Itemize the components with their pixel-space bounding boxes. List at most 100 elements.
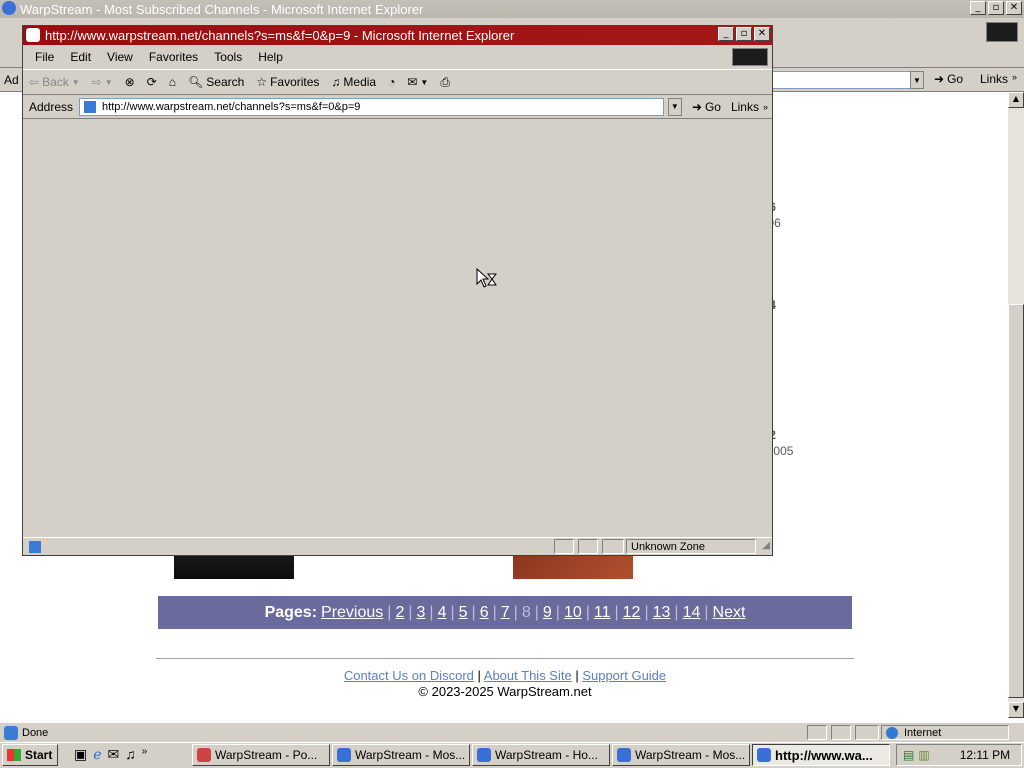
- stop-icon: ⊗: [124, 75, 135, 89]
- taskbar-task-1[interactable]: WarpStream - Mos...: [332, 744, 470, 766]
- menu-view[interactable]: View: [99, 50, 141, 64]
- print-button[interactable]: ⎙: [434, 75, 456, 90]
- support-link[interactable]: Support Guide: [582, 668, 666, 683]
- taskbar-task-2[interactable]: WarpStream - Ho...: [472, 744, 610, 766]
- links-button-back[interactable]: Links: [980, 72, 1008, 86]
- page-link-14[interactable]: 14: [683, 604, 701, 622]
- page-link-5[interactable]: 5: [459, 604, 468, 622]
- minimize-button[interactable]: _: [970, 1, 986, 15]
- popup-close-button[interactable]: ✕: [754, 27, 770, 41]
- favorites-icon: ☆: [256, 75, 268, 89]
- mail-button[interactable]: ✉ ▼: [401, 75, 434, 89]
- address-dropdown-button[interactable]: ▼: [910, 71, 924, 89]
- links-chevron-icon: »: [1012, 72, 1018, 82]
- page-separator: |: [513, 603, 518, 621]
- show-desktop-icon[interactable]: ▣: [74, 746, 87, 763]
- page-icon: [84, 100, 97, 113]
- go-arrow-icon: ➜: [691, 99, 702, 114]
- home-button[interactable]: ⌂: [163, 75, 182, 89]
- go-arrow-icon: ➜: [934, 72, 945, 86]
- links-chevron-icon: »: [762, 101, 768, 112]
- menu-file[interactable]: File: [27, 50, 62, 64]
- tray-app-icon[interactable]: ▥: [918, 748, 929, 762]
- taskbar-task-4[interactable]: http://www.wa...: [752, 744, 890, 766]
- history-icon: ◔: [388, 75, 396, 89]
- search-button[interactable]: 🔍︎ Search: [182, 75, 250, 89]
- favorites-button[interactable]: ☆ Favorites: [250, 75, 325, 89]
- vertical-scrollbar[interactable]: ▲ ▼: [1008, 92, 1024, 718]
- menu-tools[interactable]: Tools: [206, 50, 250, 64]
- go-button[interactable]: ➜ Go: [686, 100, 727, 114]
- start-button[interactable]: Start: [2, 744, 58, 766]
- outlook-icon[interactable]: ✉: [108, 746, 120, 763]
- stop-button[interactable]: ⊗: [119, 75, 141, 89]
- page-separator: |: [471, 603, 476, 621]
- resize-grip-icon[interactable]: ◢: [762, 540, 770, 551]
- page-link-10[interactable]: 10: [564, 604, 582, 622]
- popup-menubar: File Edit View Favorites Tools Help: [23, 46, 772, 68]
- menu-favorites[interactable]: Favorites: [141, 50, 206, 64]
- refresh-icon: ⟳: [146, 75, 157, 89]
- back-window-titlebar[interactable]: WarpStream - Most Subscribed Channels - …: [0, 0, 1024, 18]
- links-button[interactable]: Links: [731, 100, 759, 114]
- address-input[interactable]: http://www.warpstream.net/channels?s=ms&…: [79, 97, 664, 116]
- page-link-4[interactable]: 4: [438, 604, 447, 622]
- previous-page-link[interactable]: Previous: [321, 604, 383, 622]
- back-button[interactable]: ⇦ Back ▼: [23, 75, 86, 89]
- menu-edit[interactable]: Edit: [62, 50, 99, 64]
- dropdown-icon: ▼: [71, 77, 80, 87]
- back-window-title: WarpStream - Most Subscribed Channels - …: [20, 1, 424, 17]
- page-icon: [29, 540, 41, 553]
- scroll-down-button[interactable]: ▼: [1008, 702, 1024, 718]
- taskbar-task-0[interactable]: WarpStream - Po...: [192, 744, 330, 766]
- page-link-12[interactable]: 12: [623, 604, 641, 622]
- go-button-back[interactable]: ➜ Go: [934, 72, 963, 86]
- history-button[interactable]: ◔: [382, 75, 401, 89]
- page-link-2[interactable]: 2: [395, 604, 404, 622]
- taskbar-task-3[interactable]: WarpStream - Mos...: [612, 744, 750, 766]
- ie-icon: [337, 748, 351, 762]
- ie-icon: [757, 748, 771, 762]
- about-link[interactable]: About This Site: [484, 668, 572, 683]
- forward-button[interactable]: ⇨ ▼: [86, 75, 119, 89]
- forward-arrow-icon: ⇨: [91, 75, 102, 89]
- close-button[interactable]: ✕: [1006, 1, 1022, 15]
- refresh-button[interactable]: ⟳: [141, 75, 163, 89]
- popup-content: [23, 120, 772, 538]
- dropdown-icon: ▼: [104, 77, 113, 87]
- ie-icon[interactable]: ℯ: [93, 746, 101, 763]
- scroll-up-button[interactable]: ▲: [1008, 92, 1024, 108]
- scroll-thumb[interactable]: [1008, 304, 1024, 698]
- popup-maximize-button[interactable]: ▫: [736, 27, 752, 41]
- menu-help[interactable]: Help: [250, 50, 291, 64]
- ie-icon: [477, 748, 491, 762]
- next-page-link[interactable]: Next: [713, 604, 746, 622]
- media-icon: ♫: [331, 75, 341, 89]
- popup-statusbar: Unknown Zone ◢: [23, 537, 772, 555]
- page-link-11[interactable]: 11: [594, 604, 611, 622]
- page-link-13[interactable]: 13: [653, 604, 671, 622]
- popup-minimize-button[interactable]: _: [718, 27, 734, 41]
- home-icon: ⌂: [168, 75, 177, 89]
- ie-icon: [26, 28, 40, 42]
- back-address-input[interactable]: [770, 71, 916, 89]
- print-icon: ⎙: [440, 74, 450, 89]
- address-dropdown-button[interactable]: ▼: [667, 97, 682, 116]
- page-link-3[interactable]: 3: [417, 604, 426, 622]
- page-link-7[interactable]: 7: [501, 604, 510, 622]
- popup-window: http://www.warpstream.net/channels?s=ms&…: [22, 25, 773, 556]
- windows-logo-icon: [986, 22, 1018, 42]
- page-separator: |: [674, 603, 679, 621]
- page-link-9[interactable]: 9: [543, 604, 552, 622]
- popup-addressbar: Address http://www.warpstream.net/channe…: [23, 95, 772, 119]
- media-icon[interactable]: ♫: [125, 746, 136, 763]
- maximize-button[interactable]: ▫: [988, 1, 1004, 15]
- network-icon[interactable]: ▤: [903, 748, 914, 762]
- more-chevron-icon[interactable]: »: [142, 746, 148, 763]
- popup-titlebar[interactable]: http://www.warpstream.net/channels?s=ms&…: [23, 26, 772, 45]
- status-text: Done: [22, 726, 49, 739]
- media-button[interactable]: ♫ Media: [325, 75, 382, 89]
- address-label-back: Ad: [4, 72, 19, 87]
- contact-link[interactable]: Contact Us on Discord: [344, 668, 474, 683]
- page-link-6[interactable]: 6: [480, 604, 489, 622]
